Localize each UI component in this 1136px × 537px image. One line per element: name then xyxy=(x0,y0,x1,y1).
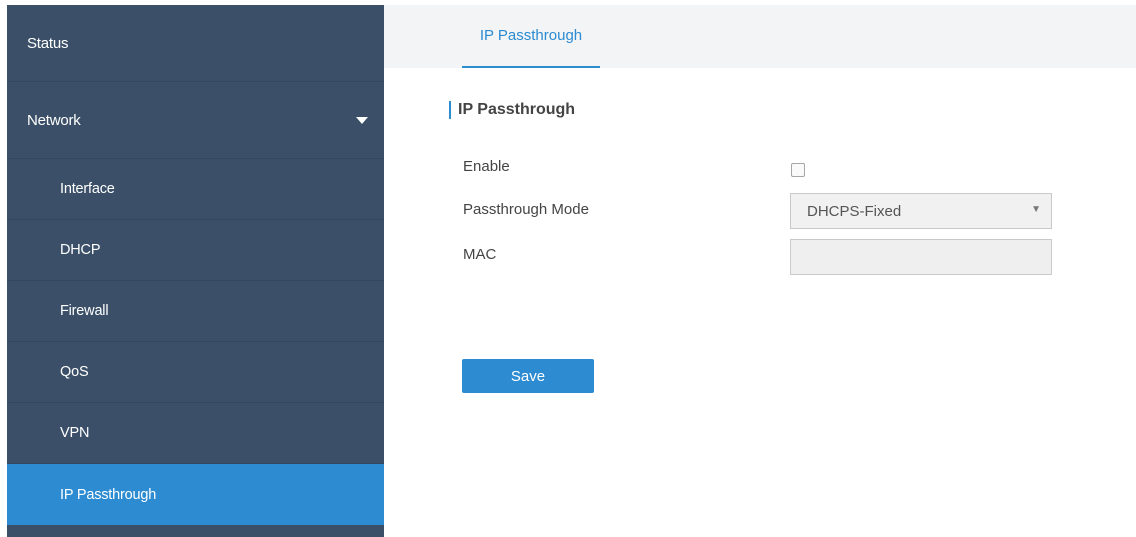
sidebar-item-firewall[interactable]: Firewall xyxy=(7,281,384,342)
sidebar-item-label: Network xyxy=(27,111,81,129)
enable-checkbox[interactable] xyxy=(791,163,805,177)
sidebar-item-interface[interactable]: Interface xyxy=(7,159,384,220)
tab-ip-passthrough[interactable]: IP Passthrough xyxy=(462,5,600,68)
section-accent-bar xyxy=(449,101,451,119)
passthrough-mode-select[interactable]: DHCPS-Fixed ▼ xyxy=(790,193,1052,229)
mac-input[interactable] xyxy=(790,239,1052,275)
sidebar-item-qos[interactable]: QoS xyxy=(7,342,384,403)
sidebar-item-dhcp[interactable]: DHCP xyxy=(7,220,384,281)
passthrough-mode-value: DHCPS-Fixed xyxy=(807,202,902,220)
sidebar-item-label: Interface xyxy=(60,181,115,197)
sidebar-item-vpn[interactable]: VPN xyxy=(7,403,384,464)
sidebar-item-label: QoS xyxy=(60,364,89,380)
mac-label: MAC xyxy=(463,246,497,263)
sidebar-item-ip-passthrough[interactable]: IP Passthrough xyxy=(7,464,384,525)
tab-bar: IP Passthrough xyxy=(384,5,1136,68)
sidebar-item-label: IP Passthrough xyxy=(60,486,157,503)
sidebar-item-label: Status xyxy=(27,34,69,52)
sidebar-item-network[interactable]: Network xyxy=(7,82,384,159)
caret-down-icon xyxy=(356,117,368,124)
sidebar-item-label: VPN xyxy=(60,425,90,441)
section-title-text: IP Passthrough xyxy=(458,101,576,118)
sidebar: Status Network Interface DHCP Firewall Q… xyxy=(7,5,384,537)
save-button[interactable]: Save xyxy=(462,359,594,393)
tab-label: IP Passthrough xyxy=(479,27,583,44)
chevron-down-icon: ▼ xyxy=(1031,204,1041,215)
sidebar-item-status[interactable]: Status xyxy=(7,5,384,82)
section-title: IP Passthrough xyxy=(449,100,575,120)
sidebar-item-label: DHCP xyxy=(60,242,101,258)
sidebar-item-label: Firewall xyxy=(60,303,109,319)
passthrough-mode-label: Passthrough Mode xyxy=(463,201,589,218)
enable-label: Enable xyxy=(463,158,510,175)
sidebar-footer xyxy=(7,525,384,535)
